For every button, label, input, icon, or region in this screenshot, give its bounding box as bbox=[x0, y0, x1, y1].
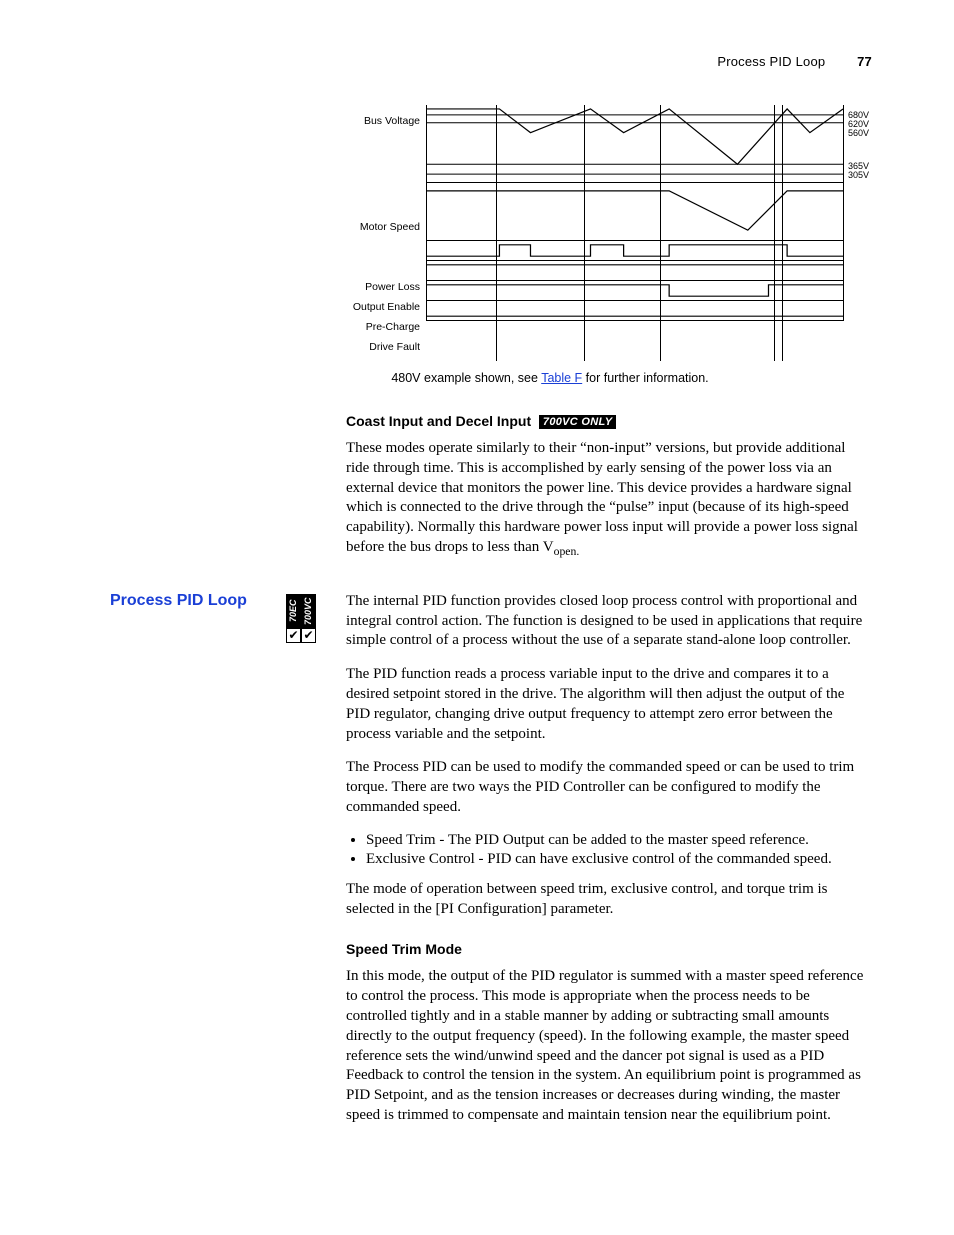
section-coast-input: Coast Input and Decel Input 700VC ONLY T… bbox=[346, 413, 872, 558]
caption-prefix: 480V example shown, see bbox=[391, 371, 541, 385]
page: Process PID Loop 77 Bus Voltage Motor Sp… bbox=[0, 0, 954, 1235]
pid-bullets: Speed Trim - The PID Output can be added… bbox=[366, 832, 872, 868]
row-label: Power Loss bbox=[346, 281, 420, 301]
badge-700vc-only: 700VC ONLY bbox=[539, 415, 616, 429]
coast-body-text: These modes operate similarly to their “… bbox=[346, 440, 858, 555]
trim-heading: Speed Trim Mode bbox=[346, 941, 872, 957]
pid-li2: Exclusive Control - PID can have exclusi… bbox=[366, 851, 872, 868]
section-pid: Process PID Loop 70EC ✔ 700VC ✔ The inte… bbox=[110, 592, 872, 1140]
chart-caption: 480V example shown, see Table F for furt… bbox=[228, 371, 872, 385]
pid-p3: The Process PID can be used to modify th… bbox=[346, 758, 872, 817]
y-label: 305V bbox=[848, 171, 872, 180]
badge-70ec-label: 70EC bbox=[286, 594, 301, 628]
badge-70ec: 70EC ✔ bbox=[286, 594, 301, 643]
pid-p1: The internal PID function provides close… bbox=[346, 592, 872, 651]
row-label: Output Enable bbox=[346, 301, 420, 321]
plot-bus-voltage bbox=[426, 105, 844, 183]
coast-heading-text: Coast Input and Decel Input bbox=[346, 413, 531, 429]
badge-700vc-label: 700VC bbox=[301, 594, 316, 628]
caption-suffix: for further information. bbox=[582, 371, 708, 385]
coast-body-sub: open. bbox=[554, 545, 580, 558]
coast-body: These modes operate similarly to their “… bbox=[346, 439, 872, 558]
row-label: Pre-Charge bbox=[346, 321, 420, 341]
plot-area bbox=[426, 105, 844, 361]
pid-li1: Speed Trim - The PID Output can be added… bbox=[366, 832, 872, 849]
coast-heading: Coast Input and Decel Input 700VC ONLY bbox=[346, 413, 872, 429]
check-icon: ✔ bbox=[286, 628, 301, 643]
chart-right-labels: 680V 620V 560V 365V 305V bbox=[844, 105, 872, 361]
row-label: Drive Fault bbox=[346, 341, 420, 361]
pid-p4: The mode of operation between speed trim… bbox=[346, 880, 872, 920]
caption-link[interactable]: Table F bbox=[541, 371, 582, 385]
y-label: 560V bbox=[848, 129, 872, 138]
row-label: Bus Voltage bbox=[346, 105, 420, 139]
pid-p2: The PID function reads a process variabl… bbox=[346, 665, 872, 744]
trim-body: In this mode, the output of the PID regu… bbox=[346, 967, 872, 1125]
plot-motor-speed bbox=[426, 183, 844, 241]
model-badges: 70EC ✔ 700VC ✔ bbox=[286, 594, 316, 643]
chart: Bus Voltage Motor Speed Power Loss Outpu… bbox=[346, 105, 872, 361]
check-icon: ✔ bbox=[301, 628, 316, 643]
plot-power-loss bbox=[426, 241, 844, 261]
plot-drive-fault bbox=[426, 301, 844, 321]
row-label: Motor Speed bbox=[346, 193, 420, 243]
page-number: 77 bbox=[857, 54, 872, 69]
plot-pre-charge bbox=[426, 281, 844, 301]
chart-row-labels: Bus Voltage Motor Speed Power Loss Outpu… bbox=[346, 105, 426, 361]
plot-output-enable bbox=[426, 261, 844, 281]
header-title: Process PID Loop bbox=[717, 54, 825, 69]
page-header: Process PID Loop 77 bbox=[110, 54, 872, 69]
badge-700vc: 700VC ✔ bbox=[301, 594, 316, 643]
